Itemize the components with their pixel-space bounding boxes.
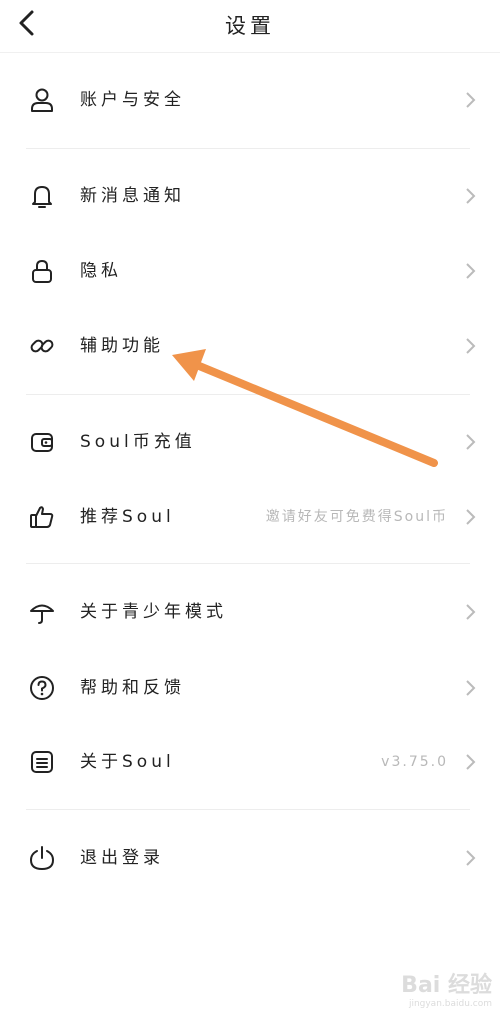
settings-item-help-feedback[interactable]: 帮助和反馈 xyxy=(0,658,500,718)
settings-item-label: 关于Soul xyxy=(80,752,175,772)
chevron-right-icon xyxy=(466,850,476,866)
bell-icon xyxy=(32,186,52,208)
settings-item-label: 辅助功能 xyxy=(80,336,164,356)
document-icon xyxy=(31,751,53,773)
lock-icon xyxy=(32,259,52,283)
power-icon xyxy=(29,846,55,871)
page-title: 设置 xyxy=(225,14,275,38)
divider xyxy=(26,809,470,810)
divider xyxy=(26,563,470,564)
settings-item-about[interactable]: 关于Soul v3.75.0 xyxy=(0,732,500,792)
user-icon xyxy=(31,88,53,112)
chevron-right-icon xyxy=(466,754,476,770)
watermark-url: jingyan.baidu.com xyxy=(408,999,492,1009)
chevron-right-icon xyxy=(466,509,476,525)
divider xyxy=(26,148,470,149)
chevron-right-icon xyxy=(466,263,476,279)
settings-item-teen-mode[interactable]: 关于青少年模式 xyxy=(0,582,500,642)
settings-item-label: 新消息通知 xyxy=(80,186,185,206)
baidu-watermark: Bai 经验 jingyan.baidu.com xyxy=(401,967,492,1009)
invite-hint-text: 邀请好友可免费得Soul币 xyxy=(265,509,448,525)
settings-item-label: 推荐Soul xyxy=(80,507,175,527)
settings-item-label: 账户与安全 xyxy=(80,90,185,110)
settings-item-label: 隐私 xyxy=(80,261,122,281)
settings-item-privacy[interactable]: 隐私 xyxy=(0,241,500,301)
chevron-right-icon xyxy=(466,434,476,450)
version-text: v3.75.0 xyxy=(381,754,448,770)
chevron-right-icon xyxy=(466,188,476,204)
top-bar: 设置 xyxy=(0,0,500,53)
wallet-icon xyxy=(31,433,53,452)
settings-item-label: 关于青少年模式 xyxy=(80,602,227,622)
chevron-right-icon xyxy=(466,680,476,696)
umbrella-icon xyxy=(30,604,54,624)
watermark-logo: Bai 经验 xyxy=(401,973,492,998)
chevron-right-icon xyxy=(466,604,476,620)
settings-item-account-security[interactable]: 账户与安全 xyxy=(0,70,500,130)
chevron-right-icon xyxy=(466,338,476,354)
settings-item-notifications[interactable]: 新消息通知 xyxy=(0,166,500,226)
settings-item-label: 帮助和反馈 xyxy=(80,678,185,698)
link-icon xyxy=(30,339,54,353)
settings-item-label: 退出登录 xyxy=(80,848,164,868)
annotation-arrow xyxy=(172,349,438,467)
settings-item-recommend[interactable]: 推荐Soul 邀请好友可免费得Soul币 xyxy=(0,487,500,547)
help-icon xyxy=(30,676,54,700)
chevron-right-icon xyxy=(466,92,476,108)
thumbs-up-icon xyxy=(30,506,54,528)
settings-item-logout[interactable]: 退出登录 xyxy=(0,828,500,888)
